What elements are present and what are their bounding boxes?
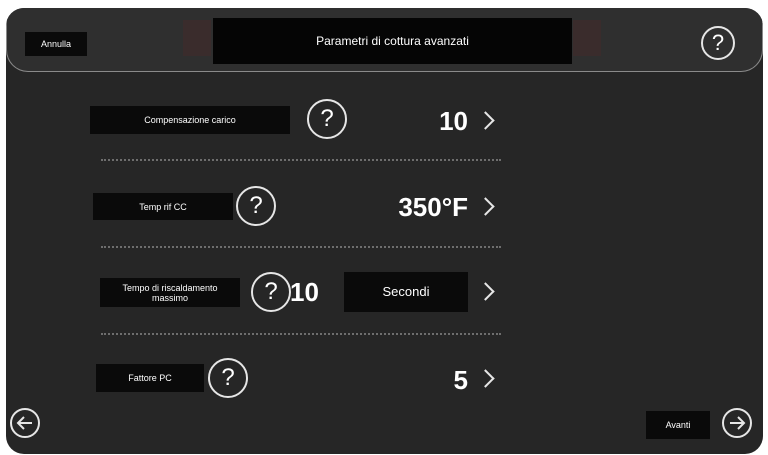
row-divider <box>101 333 501 335</box>
header-decoration-left <box>183 20 211 56</box>
row-divider <box>101 246 501 248</box>
question-mark: ? <box>264 278 278 305</box>
question-mark: ? <box>320 105 334 132</box>
chevron-right-icon[interactable] <box>476 282 495 301</box>
arrow-left-icon[interactable] <box>10 408 40 438</box>
unit-selector-secondi[interactable]: Secondi <box>344 272 468 312</box>
row-label-fattore-pc[interactable]: Fattore PC <box>96 364 204 392</box>
row-label-compensazione-carico[interactable]: Compensazione carico <box>90 106 290 134</box>
chevron-right-icon[interactable] <box>476 369 495 388</box>
value-compensazione-carico: 10 <box>439 106 468 136</box>
header-help-icon[interactable]: ? <box>701 26 735 60</box>
page-title: Parametri di cottura avanzati <box>213 18 572 64</box>
row-label-temp-rif-cc[interactable]: Temp rif CC <box>93 193 233 220</box>
arrow-right-icon[interactable] <box>722 408 752 438</box>
value-fattore-pc: 5 <box>453 365 468 395</box>
question-mark: ? <box>221 364 235 391</box>
next-button[interactable]: Avanti <box>646 411 710 439</box>
question-mark: ? <box>711 30 725 55</box>
chevron-right-icon[interactable] <box>476 197 495 216</box>
header-bar: Annulla Parametri di cottura avanzati ? <box>6 8 763 72</box>
question-mark: ? <box>249 192 263 219</box>
help-icon-tempo-riscaldamento[interactable]: ? <box>251 272 291 312</box>
cancel-button[interactable]: Annulla <box>25 32 87 56</box>
value-tempo-riscaldamento: 10 <box>290 277 319 307</box>
help-icon-temp-rif-cc[interactable]: ? <box>236 186 276 226</box>
help-icon-compensazione-carico[interactable]: ? <box>307 99 347 139</box>
row-label-tempo-riscaldamento[interactable]: Tempo di riscaldamento massimo <box>100 278 240 307</box>
value-temp-rif-cc: 350°F <box>398 192 468 222</box>
help-icon-fattore-pc[interactable]: ? <box>208 358 248 398</box>
row-divider <box>101 159 501 161</box>
screen: Annulla Parametri di cottura avanzati ? … <box>6 8 763 454</box>
header-decoration-right <box>573 20 601 56</box>
chevron-right-icon[interactable] <box>476 111 495 130</box>
